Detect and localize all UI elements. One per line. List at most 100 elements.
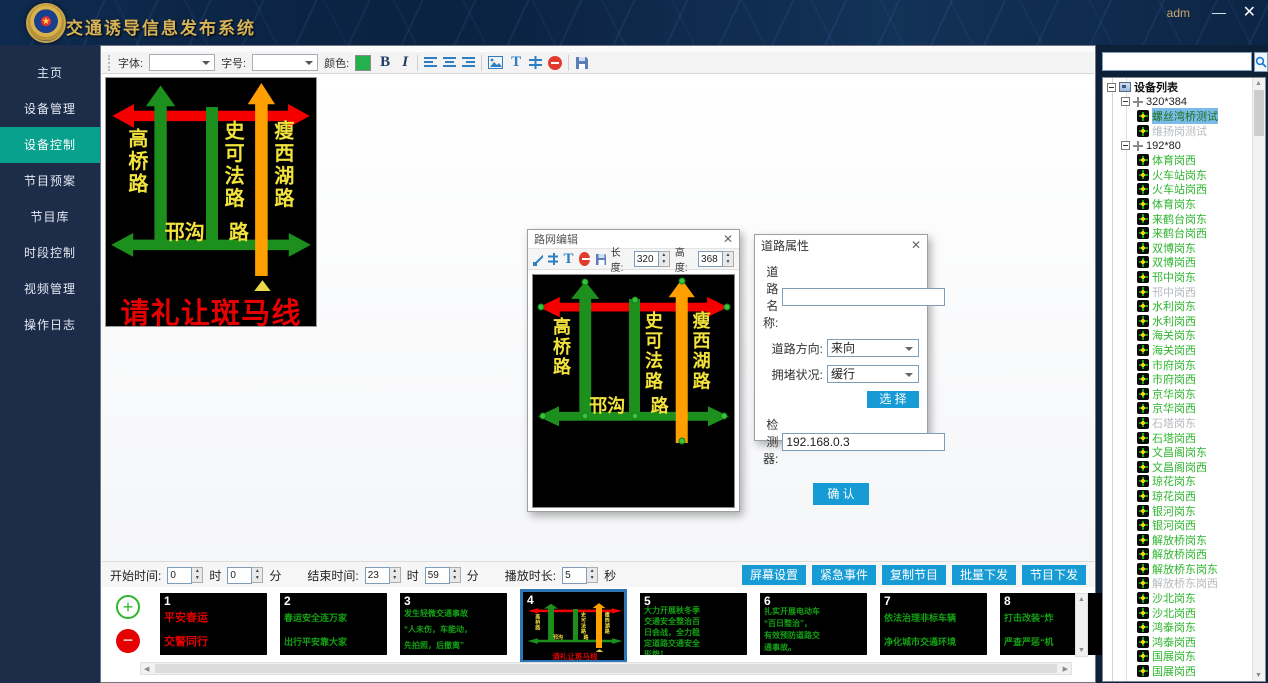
close-icon[interactable]: ✕ bbox=[1243, 2, 1256, 22]
tree-device-维扬岗测试[interactable]: 维扬岗测试 bbox=[1103, 124, 1252, 139]
tree-device-来鹤台岗东[interactable]: 来鹤台岗东 bbox=[1103, 211, 1252, 226]
close-icon[interactable]: ✕ bbox=[723, 232, 733, 246]
tree-device-石塔岗西[interactable]: 石塔岗西 bbox=[1103, 430, 1252, 445]
drag-handle[interactable] bbox=[723, 303, 730, 310]
sidebar-item-操作日志[interactable]: 操作日志 bbox=[0, 307, 100, 343]
bold-button[interactable]: B bbox=[377, 54, 393, 71]
drag-handle[interactable] bbox=[538, 303, 545, 310]
tree-device-解放桥东岗西[interactable]: 解放桥东岗西 bbox=[1103, 576, 1252, 591]
sidebar-item-主页[interactable]: 主页 bbox=[0, 55, 100, 91]
tree-group-320*384[interactable]: 320*384 bbox=[1103, 95, 1252, 110]
image-tool-icon[interactable] bbox=[488, 56, 503, 69]
save-icon[interactable] bbox=[575, 56, 589, 70]
tree-device-螺丝湾桥测试[interactable]: 螺丝湾桥测试 bbox=[1103, 109, 1252, 124]
tree-device-体育岗西[interactable]: 体育岗西 bbox=[1103, 153, 1252, 168]
font-size-select[interactable] bbox=[252, 54, 318, 71]
color-swatch[interactable] bbox=[355, 55, 371, 71]
add-frame-button[interactable]: + bbox=[116, 595, 140, 619]
tree-device-鸿泰岗东[interactable]: 鸿泰岗东 bbox=[1103, 620, 1252, 635]
start-hour-input[interactable] bbox=[167, 567, 192, 584]
tree-device-石塔岗东[interactable]: 石塔岗东 bbox=[1103, 416, 1252, 431]
editor-canvas[interactable]: 高桥路史可法路瘦西湖路邗沟路请礼让斑马线 路网编辑 ✕ T 长度: ▲▼ 高度:… bbox=[102, 74, 1094, 561]
tree-device-火车站岗西[interactable]: 火车站岗西 bbox=[1103, 182, 1252, 197]
tree-device-琼花岗西[interactable]: 琼花岗西 bbox=[1103, 489, 1252, 504]
tree-device-邗中岗西[interactable]: 邗中岗西 bbox=[1103, 284, 1252, 299]
sidebar-item-设备管理[interactable]: 设备管理 bbox=[0, 91, 100, 127]
program-thumbnail-3[interactable]: 3发生轻微交通事故“人未伤，车能动，先拍照，后撤离” bbox=[400, 593, 507, 655]
height-stepper[interactable]: ▲▼ bbox=[723, 251, 734, 267]
filmstrip-horizontal-scrollbar[interactable]: ◀ ▶ bbox=[140, 662, 1072, 675]
scroll-up-icon[interactable]: ▲ bbox=[1078, 596, 1085, 603]
height-input[interactable] bbox=[698, 251, 723, 267]
drag-handle[interactable] bbox=[582, 412, 589, 419]
tree-device-国展岗东[interactable]: 国展岗东 bbox=[1103, 649, 1252, 664]
tree-device-解放桥东岗东[interactable]: 解放桥东岗东 bbox=[1103, 562, 1252, 577]
program-thumbnail-8[interactable]: 8打击改装“炸严查严惩“机 bbox=[1000, 593, 1107, 655]
roadnet-sign-editor[interactable]: 高桥路史可法路瘦西湖路邗沟路 bbox=[533, 275, 734, 485]
tree-device-市府岗东[interactable]: 市府岗东 bbox=[1103, 357, 1252, 372]
tree-device-银河岗西[interactable]: 银河岗西 bbox=[1103, 518, 1252, 533]
select-button[interactable]: 选 择 bbox=[867, 391, 919, 408]
tree-device-琼花岗东[interactable]: 琼花岗东 bbox=[1103, 474, 1252, 489]
tree-device-国展岗西[interactable]: 国展岗西 bbox=[1103, 664, 1252, 679]
align-right-icon[interactable] bbox=[462, 57, 475, 68]
tree-device-双博岗西[interactable]: 双博岗西 bbox=[1103, 255, 1252, 270]
tree-device-京华岗东[interactable]: 京华岗东 bbox=[1103, 386, 1252, 401]
action-button-屏幕设置[interactable]: 屏幕设置 bbox=[742, 565, 806, 585]
scroll-down-icon[interactable]: ▼ bbox=[1255, 672, 1262, 679]
start-minute-input[interactable] bbox=[227, 567, 252, 584]
middle-road-bar[interactable] bbox=[629, 299, 641, 417]
tree-device-沙北岗东[interactable]: 沙北岗东 bbox=[1103, 591, 1252, 606]
tree-vertical-scrollbar[interactable]: ▲ ▼ bbox=[1252, 78, 1265, 681]
sidebar-item-设备控制[interactable]: 设备控制 bbox=[0, 127, 100, 163]
collapse-icon[interactable] bbox=[1121, 141, 1130, 150]
duration-stepper[interactable]: ▲▼ bbox=[587, 567, 598, 583]
collapse-icon[interactable] bbox=[1107, 83, 1116, 92]
minimize-icon[interactable]: — bbox=[1212, 4, 1226, 20]
font-select[interactable] bbox=[149, 54, 215, 71]
start-hour-stepper[interactable]: ▲▼ bbox=[192, 567, 203, 583]
end-minute-stepper[interactable]: ▲▼ bbox=[450, 567, 461, 583]
tree-device-体育岗东[interactable]: 体育岗东 bbox=[1103, 197, 1252, 212]
sidebar-item-节目预案[interactable]: 节目预案 bbox=[0, 163, 100, 199]
end-minute-input[interactable] bbox=[425, 567, 450, 584]
action-button-批量下发[interactable]: 批量下发 bbox=[952, 565, 1016, 585]
drag-handle[interactable] bbox=[720, 412, 727, 419]
program-thumbnail-6[interactable]: 6扎实开展电动车“百日整治”，有效预防道路交通事故。 bbox=[760, 593, 867, 655]
drag-handle[interactable] bbox=[631, 297, 638, 304]
program-thumbnail-5[interactable]: 5大力开展秋冬季交通安全整治百日会战，全力稳定道路交通安全形势！ bbox=[640, 593, 747, 655]
tree-device-来鹤台岗西[interactable]: 来鹤台岗西 bbox=[1103, 226, 1252, 241]
close-icon[interactable]: ✕ bbox=[911, 238, 921, 252]
scrollbar-thumb[interactable] bbox=[155, 664, 1057, 673]
align-center-icon[interactable] bbox=[443, 57, 456, 68]
drag-handle[interactable] bbox=[678, 437, 685, 444]
tree-device-海关岗东[interactable]: 海关岗东 bbox=[1103, 328, 1252, 343]
italic-button[interactable]: I bbox=[399, 54, 411, 71]
tree-device-解放桥岗西[interactable]: 解放桥岗西 bbox=[1103, 547, 1252, 562]
sidebar-item-视频管理[interactable]: 视频管理 bbox=[0, 271, 100, 307]
drag-handle[interactable] bbox=[582, 279, 589, 286]
confirm-button[interactable]: 确 认 bbox=[813, 483, 869, 505]
end-hour-stepper[interactable]: ▲▼ bbox=[390, 567, 401, 583]
tree-device-市府岗西[interactable]: 市府岗西 bbox=[1103, 372, 1252, 387]
start-minute-stepper[interactable]: ▲▼ bbox=[252, 567, 263, 583]
road-network-tool-icon[interactable] bbox=[529, 56, 542, 69]
program-thumbnail-7[interactable]: 7依法治理非标车辆净化城市交通环境 bbox=[880, 593, 987, 655]
remove-frame-button[interactable]: − bbox=[116, 629, 140, 653]
stop-tool-icon[interactable] bbox=[579, 252, 590, 266]
drag-handle[interactable] bbox=[540, 412, 547, 419]
scroll-left-icon[interactable]: ◀ bbox=[144, 665, 149, 673]
collapse-icon[interactable] bbox=[1121, 97, 1130, 106]
align-left-icon[interactable] bbox=[424, 57, 437, 68]
scrollbar-thumb[interactable] bbox=[1254, 90, 1264, 136]
length-stepper[interactable]: ▲▼ bbox=[659, 251, 670, 267]
length-input[interactable] bbox=[634, 251, 659, 267]
text-tool-icon[interactable]: T bbox=[563, 251, 574, 268]
action-button-紧急事件[interactable]: 紧急事件 bbox=[812, 565, 876, 585]
roadnet-edit-canvas[interactable]: 高桥路史可法路瘦西湖路邗沟路 bbox=[532, 274, 735, 508]
detector-input[interactable] bbox=[782, 433, 945, 451]
tree-root[interactable]: 设备列表 bbox=[1103, 80, 1252, 95]
tree-device-京华岗西[interactable]: 京华岗西 bbox=[1103, 401, 1252, 416]
tree-device-双博岗东[interactable]: 双博岗东 bbox=[1103, 241, 1252, 256]
tree-device-水利岗东[interactable]: 水利岗东 bbox=[1103, 299, 1252, 314]
